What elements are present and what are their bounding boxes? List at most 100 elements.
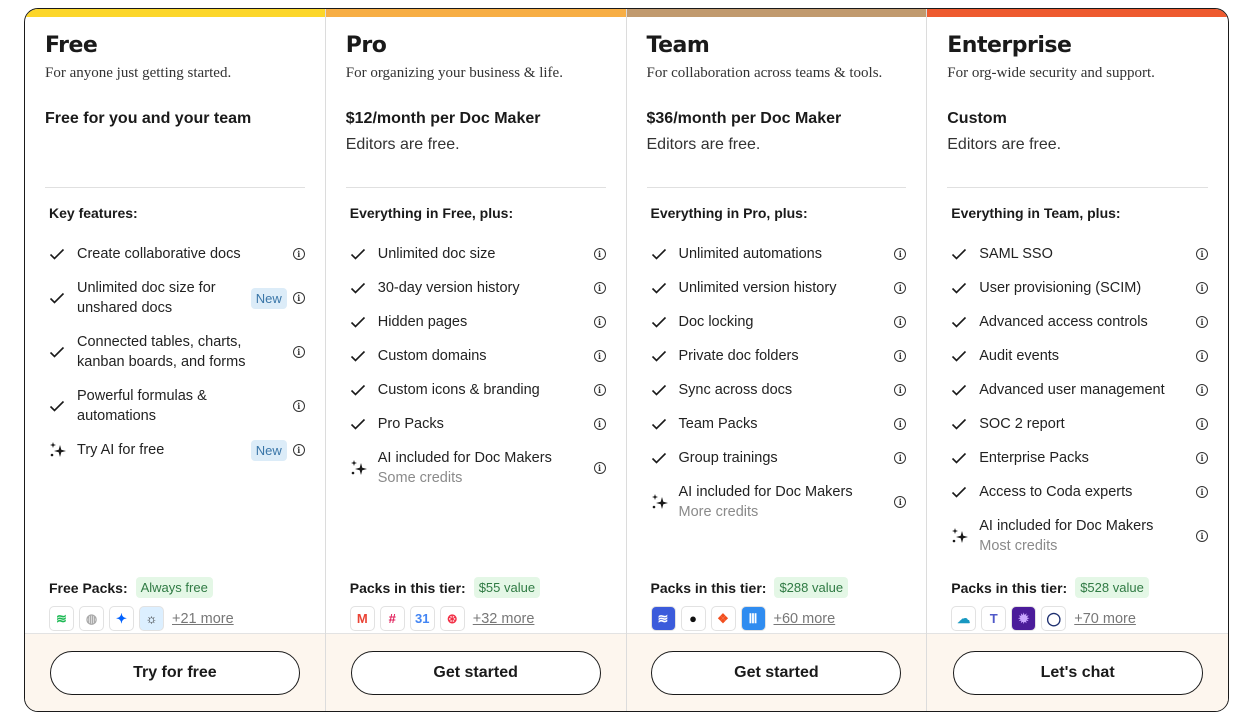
- info-icon[interactable]: i: [292, 400, 305, 412]
- cta-button-free[interactable]: Try for free: [49, 650, 300, 695]
- feature-text: Custom domains: [378, 346, 588, 366]
- tier-price: $36/month per Doc Maker: [646, 110, 842, 127]
- info-icon[interactable]: i: [894, 350, 907, 362]
- feature-label: Hidden pages: [377, 314, 468, 330]
- info-icon[interactable]: i: [1196, 384, 1208, 396]
- check-icon: [651, 350, 679, 362]
- info-icon[interactable]: i: [1196, 486, 1208, 498]
- cta-button-pro[interactable]: Get started: [350, 650, 601, 695]
- feature-item: Hidden pages i: [350, 305, 606, 339]
- google-calendar-icon[interactable]: 31: [409, 606, 435, 631]
- intercom-icon[interactable]: Ⅲ: [740, 606, 766, 631]
- check-icon: [951, 248, 979, 260]
- feature-text: Sync across docs: [679, 380, 889, 400]
- more-packs-link[interactable]: +70 more: [1074, 611, 1136, 627]
- info-icon[interactable]: i: [292, 292, 305, 304]
- spotify-icon[interactable]: ≋: [49, 606, 74, 631]
- info-icon[interactable]: i: [894, 418, 907, 430]
- feature-item: AI included for Doc Makers More credits i: [651, 475, 907, 529]
- check-icon: [350, 350, 378, 362]
- info-icon[interactable]: i: [894, 496, 907, 508]
- feature-text: Doc locking: [679, 312, 889, 332]
- tier-column-free: Free For anyone just getting started. Free…: [25, 9, 326, 711]
- packs-label: Packs in this tier:: [951, 579, 1068, 596]
- twilio-icon[interactable]: ⊛: [439, 606, 465, 631]
- info-icon[interactable]: i: [1196, 530, 1208, 542]
- info-icon[interactable]: i: [1196, 418, 1208, 430]
- info-icon[interactable]: i: [292, 346, 305, 358]
- info-icon[interactable]: i: [593, 316, 606, 328]
- info-icon[interactable]: i: [894, 384, 907, 396]
- info-icon[interactable]: i: [1196, 248, 1208, 260]
- feature-text: Custom icons & branding: [378, 380, 588, 400]
- pack-icons: ≋ ◍ ✦ ☼ +21 more: [49, 606, 234, 631]
- info-icon[interactable]: i: [593, 350, 606, 362]
- feature-text: Group trainings: [679, 448, 889, 468]
- info-icon[interactable]: i: [1196, 282, 1208, 294]
- wikipedia-icon[interactable]: ◍: [79, 606, 104, 631]
- divider: [646, 187, 907, 188]
- info-icon[interactable]: i: [894, 452, 907, 464]
- info-icon[interactable]: i: [593, 248, 606, 260]
- info-icon[interactable]: i: [1196, 452, 1208, 464]
- info-icon[interactable]: i: [292, 444, 305, 456]
- info-icon[interactable]: i: [1196, 316, 1208, 328]
- feature-text: Advanced access controls: [979, 312, 1190, 332]
- packs-section: Free Packs: Always free ≋ ◍ ✦ ☼ +21 more: [49, 577, 234, 631]
- feature-item: Private doc folders i: [651, 339, 907, 373]
- check-icon: [651, 316, 679, 328]
- more-packs-link[interactable]: +32 more: [473, 611, 535, 627]
- pack-icons: M #31 ⊛ +32 more: [349, 606, 540, 631]
- info-icon[interactable]: i: [593, 384, 606, 396]
- jira-icon[interactable]: ≋: [650, 606, 676, 631]
- slack-icon[interactable]: #: [379, 606, 405, 631]
- tier-accent-bar: [25, 9, 325, 17]
- salesforce-icon[interactable]: ☁: [951, 606, 977, 631]
- info-icon[interactable]: i: [894, 282, 907, 294]
- figma-icon[interactable]: ❖: [710, 606, 736, 631]
- microsoft-teams-icon[interactable]: T: [981, 606, 1007, 631]
- weather-icon[interactable]: ☼: [139, 606, 164, 631]
- heap-icon[interactable]: ✹: [1011, 606, 1037, 631]
- feature-item: Advanced user management i: [951, 373, 1208, 407]
- feature-label: Team Packs: [678, 416, 758, 432]
- check-icon: [49, 400, 77, 412]
- packs-label: Free Packs:: [49, 579, 128, 596]
- dropbox-icon[interactable]: ✦: [109, 606, 134, 631]
- tier-price: $12/month per Doc Maker: [345, 110, 541, 127]
- check-icon: [951, 350, 979, 362]
- cta-button-team[interactable]: Get started: [651, 650, 902, 695]
- divider: [345, 187, 606, 188]
- feature-label: Custom domains: [377, 348, 487, 364]
- info-icon[interactable]: i: [894, 316, 907, 328]
- tier-column-pro: Pro For organizing your business & life. $…: [325, 9, 627, 711]
- feature-item: AI included for Doc Makers Some credits i: [350, 441, 606, 495]
- gmail-icon[interactable]: M: [349, 606, 375, 631]
- info-icon[interactable]: i: [593, 462, 606, 474]
- feature-label: Unlimited doc size for unshared docs: [77, 280, 216, 316]
- tier-tagline: For collaboration across teams & tools.: [646, 65, 883, 81]
- tier-name: Enterprise: [947, 33, 1072, 58]
- github-icon[interactable]: ●: [680, 606, 706, 631]
- packs-section: Packs in this tier: $528 value ☁ T ✹ ◯ +70 mor…: [951, 577, 1149, 631]
- feature-item: Advanced access controls i: [951, 305, 1208, 339]
- check-icon: [651, 384, 679, 396]
- info-icon[interactable]: i: [593, 282, 606, 294]
- packs-value-badge: $528 value: [1075, 577, 1149, 598]
- feature-text: AI included for Doc Makers More credits: [679, 482, 889, 522]
- info-icon[interactable]: i: [593, 418, 606, 430]
- packs-section: Packs in this tier: $288 value ≋ ● ❖ Ⅲ +60 mor…: [650, 577, 849, 631]
- feature-label: Connected tables, charts, kanban boards,…: [77, 334, 246, 370]
- feature-label: Advanced access controls: [979, 314, 1148, 330]
- info-icon[interactable]: i: [292, 248, 305, 260]
- more-packs-link[interactable]: +60 more: [774, 611, 836, 627]
- cta-button-enterprise[interactable]: Let's chat: [952, 650, 1203, 695]
- info-icon[interactable]: i: [894, 248, 907, 260]
- info-icon[interactable]: i: [1196, 350, 1208, 362]
- more-packs-link[interactable]: +21 more: [172, 611, 234, 627]
- okta-icon[interactable]: ◯: [1041, 606, 1067, 631]
- feature-item: Custom domains i: [350, 339, 606, 373]
- tier-price-note: Editors are free.: [345, 136, 460, 153]
- feature-label: Custom icons & branding: [377, 382, 540, 398]
- feature-item: 30-day version history i: [350, 271, 606, 305]
